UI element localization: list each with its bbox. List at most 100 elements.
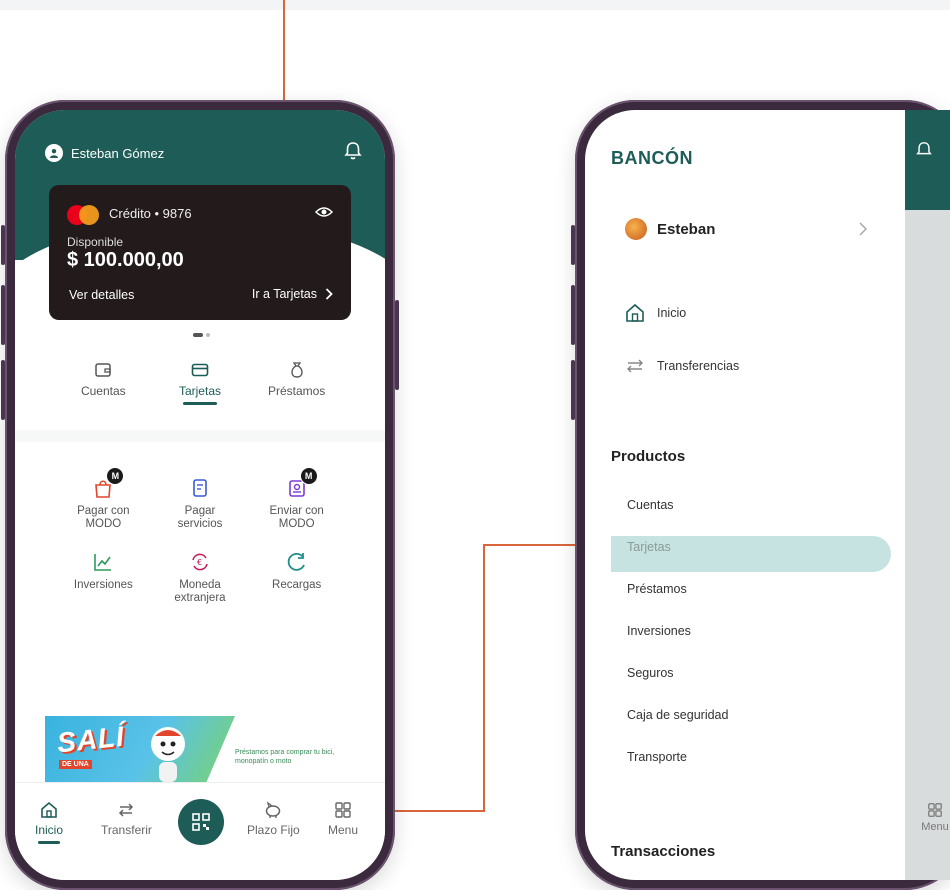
action-enviar-modo[interactable]: M Enviar con MODO (248, 467, 345, 531)
banner-text: Préstamos para comprar tu bici, monopatí… (235, 749, 335, 765)
home-screen: Esteban Gómez Crédito • 9876 Disponible … (15, 110, 385, 880)
tab-tarjetas[interactable]: Tarjetas (160, 360, 240, 405)
tab-cuentas[interactable]: Cuentas (63, 360, 143, 405)
modo-badge: M (299, 467, 318, 485)
currency-exchange-icon: € (187, 549, 213, 575)
nav-label: Menu (328, 823, 359, 837)
nav-menu[interactable]: Menu (328, 801, 358, 837)
drawer-product-inversiones[interactable]: Inversiones (627, 624, 691, 638)
transactions-heading: Transacciones (611, 843, 716, 860)
action-label: Pagar servicios (177, 505, 223, 530)
refresh-icon (284, 549, 310, 575)
mascot-icon (151, 727, 185, 782)
action-label: Moneda extranjera (174, 579, 226, 604)
banner-subtitle: DE UNA (59, 760, 92, 769)
chevron-right-icon (325, 288, 333, 300)
transfer-icon (119, 803, 134, 817)
tab-label: Tarjetas (178, 384, 221, 398)
menu-peek-label: Menu (921, 821, 949, 833)
carousel-pager (193, 333, 210, 337)
user-name: Esteban Gómez (71, 145, 165, 161)
piggy-bank-icon (266, 801, 281, 818)
money-bag-icon (290, 362, 303, 378)
action-moneda-extranjera[interactable]: € Moneda extranjera (152, 549, 249, 605)
nav-transferir[interactable]: Transferir (101, 801, 152, 837)
drawer-product-seguros[interactable]: Seguros (627, 666, 674, 680)
dimmed-background[interactable] (905, 110, 950, 880)
drawer-item-transferencias[interactable]: Transferencias (625, 356, 739, 376)
menu-screen: Menu BANCÓN Esteban Inicio Transferencia… (585, 110, 950, 880)
drawer-product-cuentas[interactable]: Cuentas (627, 498, 674, 512)
tab-label: Cuentas (80, 384, 126, 398)
details-link[interactable]: Ver detalles (69, 288, 134, 302)
user-profile[interactable]: Esteban Gómez (45, 144, 164, 162)
nav-label: Transferir (101, 823, 152, 837)
bell-icon[interactable] (915, 140, 933, 160)
user-avatar-icon (45, 144, 63, 162)
side-drawer: BANCÓN Esteban Inicio Transferencias Pro… (585, 110, 905, 880)
nav-active-indicator (38, 841, 60, 844)
action-label: Enviar con MODO (269, 505, 324, 530)
svg-text:€: € (197, 558, 202, 567)
chevron-right-icon[interactable] (857, 222, 869, 236)
drawer-product-caja-seguridad[interactable]: Caja de seguridad (627, 708, 728, 722)
qr-button[interactable] (178, 799, 224, 845)
action-recargas[interactable]: Recargas (248, 549, 345, 605)
dimmed-header (905, 110, 950, 210)
section-separator (15, 430, 385, 442)
side-button (1, 360, 5, 420)
shopping-bag-icon: M (90, 467, 125, 501)
drawer-product-transporte[interactable]: Transporte (627, 750, 687, 764)
grid-icon (928, 803, 942, 817)
side-button (1, 285, 5, 345)
phone-right: Menu BANCÓN Esteban Inicio Transferencia… (571, 100, 950, 890)
qr-icon (192, 813, 210, 831)
send-money-icon: M (284, 467, 318, 501)
cards-link-label: Ir a Tarjetas (251, 287, 317, 301)
tab-active-indicator (182, 402, 217, 405)
user-avatar (625, 218, 647, 240)
action-label: Inversiones (73, 579, 133, 591)
receipt-icon (187, 475, 213, 501)
card-type: Crédito • 9876 (109, 206, 192, 221)
modo-badge: M (106, 467, 125, 485)
drawer-product-prestamos[interactable]: Préstamos (627, 582, 687, 596)
nav-plazo-fijo[interactable]: Plazo Fijo (247, 801, 300, 837)
credit-card[interactable]: Crédito • 9876 Disponible $ 100.000,00 V… (49, 185, 351, 320)
side-button (571, 285, 575, 345)
nav-label: Plazo Fijo (247, 823, 300, 837)
grid-icon (335, 802, 351, 818)
action-label: Pagar con MODO (77, 505, 130, 530)
top-strip (0, 0, 950, 10)
transfer-icon (627, 359, 643, 373)
menu-peek: Menu (905, 802, 950, 833)
mastercard-icon (67, 205, 101, 225)
power-button (395, 300, 399, 390)
bell-icon[interactable] (343, 140, 363, 162)
banner-art: SALÍ DE UNA (45, 716, 235, 782)
drawer-item-inicio[interactable]: Inicio (625, 303, 686, 323)
side-button (1, 225, 5, 265)
tab-prestamos[interactable]: Préstamos (257, 360, 337, 405)
drawer-item-label: Inicio (657, 306, 687, 320)
card-icon (191, 363, 209, 377)
wallet-icon (95, 363, 112, 377)
home-icon (41, 801, 57, 818)
drawer-item-label: Transferencias (657, 359, 740, 373)
annotation-line-menu-v (483, 544, 485, 812)
nav-inicio[interactable]: Inicio (35, 801, 63, 844)
action-pagar-servicios[interactable]: Pagar servicios (152, 475, 249, 531)
action-inversiones[interactable]: Inversiones (55, 549, 152, 605)
balance-amount: $ 100.000,00 (67, 249, 184, 271)
drawer-user-name: Esteban (657, 220, 716, 238)
eye-icon[interactable] (315, 205, 333, 219)
drawer-user[interactable]: Esteban (625, 218, 715, 240)
action-pagar-modo[interactable]: M Pagar con MODO (55, 467, 152, 531)
cards-link[interactable]: Ir a Tarjetas (252, 287, 333, 301)
side-button (571, 360, 575, 420)
banner-title: SALÍ (55, 720, 127, 759)
drawer-product-tarjetas[interactable]: Tarjetas (627, 540, 671, 554)
side-button (571, 225, 575, 265)
bank-logo: BANCÓN (611, 148, 693, 168)
promo-banner[interactable]: SALÍ DE UNA Préstamos para comprar tu bi… (45, 716, 365, 782)
